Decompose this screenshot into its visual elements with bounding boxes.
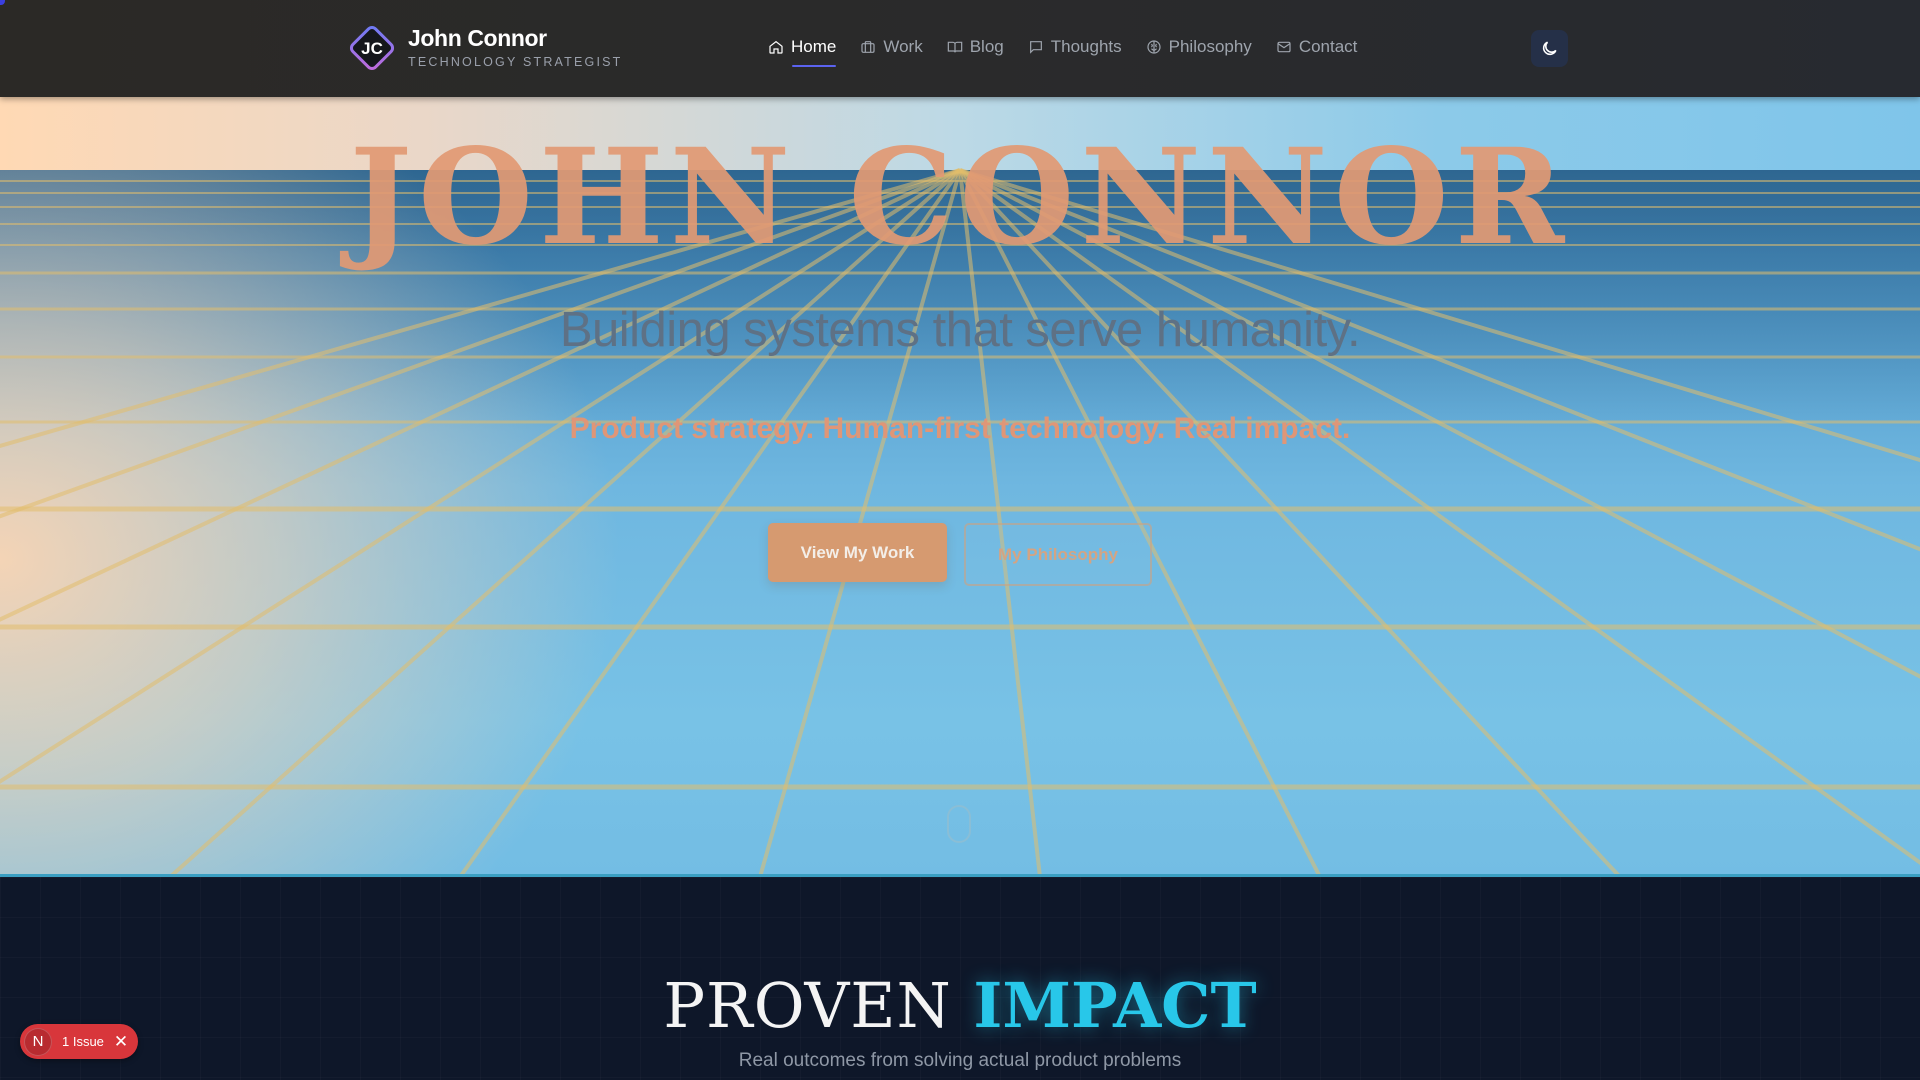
nav-item-thoughts[interactable]: Thoughts bbox=[1028, 36, 1122, 58]
nav-item-philosophy[interactable]: Philosophy bbox=[1146, 36, 1252, 58]
dev-issues-badge[interactable]: N 1 Issue ✕ bbox=[20, 1024, 138, 1059]
hero-tagline: Product strategy. Human-first technology… bbox=[569, 412, 1351, 445]
logo: JC bbox=[346, 22, 398, 74]
nav-item-label: Blog bbox=[969, 37, 1004, 56]
brand-subtitle: TECHNOLOGY STRATEGIST bbox=[408, 55, 623, 70]
view-my-work-button[interactable]: View My Work bbox=[768, 523, 947, 582]
nav-item-label: Thoughts bbox=[1050, 37, 1122, 56]
nav-item-work[interactable]: Work bbox=[860, 36, 923, 58]
nav-item-label: Contact bbox=[1298, 37, 1358, 56]
nextjs-logo-icon: N bbox=[24, 1027, 52, 1056]
logo-initials: JC bbox=[361, 39, 383, 58]
impact-subtitle: Real outcomes from solving actual produc… bbox=[738, 1050, 1182, 1071]
hero-subtitle: Building systems that serve humanity. bbox=[559, 303, 1361, 357]
hero-title: JOHN CONNOR bbox=[349, 120, 1571, 275]
nav-item-contact[interactable]: Contact bbox=[1276, 36, 1358, 58]
brand-name: John Connor bbox=[408, 25, 547, 52]
hero-section: JOHN CONNOR Building systems that serve … bbox=[0, 97, 1920, 877]
mail-icon bbox=[1277, 41, 1291, 53]
impact-title-part1: PROVEN bbox=[663, 969, 952, 1042]
nav-item-home[interactable]: Home bbox=[768, 36, 837, 67]
close-icon[interactable]: ✕ bbox=[114, 1033, 128, 1050]
home-icon bbox=[769, 40, 783, 54]
impact-section: PROVEN IMPACT Real outcomes from solving… bbox=[0, 877, 1920, 1080]
moon-icon bbox=[1542, 41, 1557, 56]
theme-toggle-button[interactable] bbox=[1531, 30, 1568, 67]
impact-title: PROVEN IMPACT bbox=[0, 969, 1920, 1043]
nav-item-label: Home bbox=[791, 37, 837, 56]
nav-item-label: Work bbox=[883, 37, 923, 56]
logo-diamond-icon: JC bbox=[349, 25, 395, 71]
nav-item-label: Philosophy bbox=[1168, 37, 1252, 56]
issues-count-label: 1 Issue bbox=[62, 1034, 104, 1049]
scroll-indicator[interactable] bbox=[947, 805, 971, 843]
main-menu: Home Work Blog Thoughts Philosophy Conta… bbox=[768, 36, 1381, 67]
my-philosophy-button[interactable]: My Philosophy bbox=[964, 523, 1152, 586]
book-icon bbox=[947, 41, 962, 53]
nav-item-blog[interactable]: Blog bbox=[947, 36, 1004, 58]
top-navigation: JC John Connor TECHNOLOGY STRATEGIST Hom… bbox=[0, 0, 1920, 97]
active-underline bbox=[792, 65, 837, 67]
brand-link[interactable]: JC John Connor TECHNOLOGY STRATEGIST bbox=[346, 22, 623, 74]
chat-bubble-icon bbox=[1029, 41, 1042, 54]
impact-title-part2: IMPACT bbox=[973, 969, 1257, 1042]
brain-icon bbox=[1147, 40, 1161, 54]
briefcase-icon bbox=[861, 41, 875, 53]
